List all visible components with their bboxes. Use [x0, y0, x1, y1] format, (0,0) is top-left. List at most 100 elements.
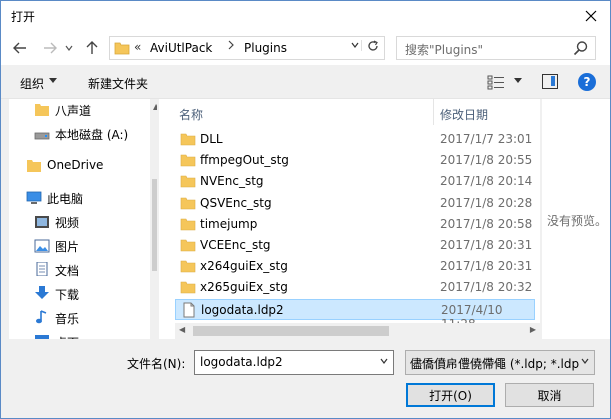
scrollbar-thumb[interactable]: [193, 326, 389, 336]
close-button[interactable]: [578, 5, 604, 27]
scrollbar-thumb[interactable]: [152, 179, 157, 271]
folder-icon: [180, 154, 196, 167]
arrow-left-icon: [13, 42, 26, 54]
file-date: 2017/1/8 20:14: [440, 174, 533, 189]
sidebar-item-music[interactable]: 音乐: [9, 307, 143, 329]
address-overflow[interactable]: «: [134, 40, 141, 54]
title-bar: 打开: [1, 1, 610, 31]
cancel-button[interactable]: 取消: [505, 383, 594, 407]
command-toolbar: 组织 新建文件夹 ?: [1, 65, 610, 99]
caret-down-icon[interactable]: [514, 76, 522, 86]
view-options-icon[interactable]: [487, 74, 505, 90]
filename-field[interactable]: logodata.ldp2: [200, 355, 283, 369]
file-date: 2017/1/7 23:01: [440, 132, 533, 146]
table-row[interactable]: DLL 2017/1/7 23:01: [175, 129, 535, 150]
sidebar-item-label: 文档: [55, 264, 80, 278]
sidebar-item-pictures[interactable]: 图片: [9, 235, 143, 257]
file-date: 2017/1/8 20:55: [440, 153, 533, 168]
file-list: 名称 修改日期 DLL 2017/1/7 23:01 ffmpegOut_stg 20…: [159, 99, 540, 339]
chevron-down-icon[interactable]: [380, 357, 388, 367]
sidebar-item-label: 音乐: [55, 312, 80, 326]
arrow-up-icon: [86, 41, 98, 54]
column-divider[interactable]: [433, 99, 434, 125]
folder-icon: [180, 176, 196, 188]
sidebar-item-downloads[interactable]: 下载: [9, 283, 143, 305]
address-bar[interactable]: « AviUtlPack Plugins: [109, 36, 385, 60]
scroll-right-icon[interactable]: ▶: [530, 325, 536, 334]
address-dropdown-button[interactable]: [348, 40, 362, 51]
sidebar-item-local-disk[interactable]: 本地磁盘 (A:): [9, 123, 143, 145]
folder-icon: [180, 282, 196, 294]
refresh-icon: [368, 40, 378, 51]
scroll-left-icon[interactable]: ◀: [179, 325, 185, 334]
breadcrumb-plugins[interactable]: Plugins: [244, 41, 287, 55]
sidebar-item-documents[interactable]: 文档: [9, 259, 143, 281]
search-input[interactable]: 搜索"Plugins": [396, 36, 596, 60]
file-date: 2017/1/8 20:31: [440, 259, 533, 274]
close-icon: [585, 10, 597, 22]
file-list-hscrollbar[interactable]: ◀ ▶: [175, 323, 540, 339]
recent-locations-button[interactable]: [64, 39, 74, 57]
column-header-name[interactable]: 名称: [179, 106, 203, 123]
preview-pane-icon[interactable]: [542, 74, 558, 89]
sidebar-item-desktop[interactable]: 桌面: [9, 331, 143, 339]
file-name: NVEnc_stg: [200, 174, 264, 189]
forward-button[interactable]: [41, 39, 59, 57]
sidebar-item-bashengdao[interactable]: 八声道: [9, 99, 143, 121]
filename-label: 文件名(N):: [127, 357, 186, 371]
organize-menu-button[interactable]: 组织: [20, 75, 44, 92]
video-icon: [35, 216, 49, 228]
no-preview-text: 没有预览。: [547, 214, 608, 228]
navigation-pane-scrollbar[interactable]: ▲: [150, 99, 157, 339]
file-name: ffmpegOut_stg: [200, 153, 289, 168]
sidebar-item-label: 视频: [55, 216, 80, 230]
table-row[interactable]: VCEEnc_stg 2017/1/8 20:31: [175, 235, 535, 256]
open-button[interactable]: 打开(O): [406, 383, 495, 407]
help-icon[interactable]: ?: [578, 73, 596, 91]
documents-icon: [36, 262, 48, 276]
sidebar-item-label: 桌面: [55, 334, 79, 339]
up-button[interactable]: [83, 39, 101, 57]
file-type-select[interactable]: 儘僑僨帍僼僥僀僶 (*.ldp; *.ldp: [405, 350, 595, 375]
table-row[interactable]: ffmpegOut_stg 2017/1/8 20:55: [175, 150, 535, 171]
preview-pane: 没有预览。: [542, 99, 610, 339]
folder-icon: [180, 197, 196, 209]
sidebar-item-videos[interactable]: 视频: [9, 211, 143, 233]
file-name: DLL: [200, 132, 223, 146]
table-row[interactable]: x265guiEx_stg 2017/1/8 20:32: [175, 277, 535, 298]
breadcrumb-separator-icon[interactable]: [228, 40, 234, 53]
sidebar-item-label: 本地磁盘 (A:): [55, 128, 129, 142]
refresh-button[interactable]: [365, 40, 381, 56]
new-folder-button[interactable]: 新建文件夹: [88, 75, 148, 92]
filename-combobox[interactable]: logodata.ldp2: [194, 350, 394, 375]
music-icon: [36, 310, 47, 324]
table-row[interactable]: QSVEnc_stg 2017/1/8 20:28: [175, 193, 535, 214]
back-button[interactable]: [11, 39, 29, 57]
search-icon[interactable]: [573, 40, 589, 56]
file-date: 2017/1/8 20:32: [440, 280, 533, 295]
dialog-title: 打开: [11, 10, 36, 24]
folder-icon: [180, 260, 196, 273]
sidebar-item-this-pc[interactable]: 此电脑: [9, 187, 143, 209]
arrow-right-icon: [44, 42, 57, 54]
chevron-down-icon[interactable]: [581, 357, 589, 367]
chevron-down-icon: [65, 45, 73, 51]
table-row[interactable]: NVEnc_stg 2017/1/8 20:14: [175, 171, 535, 192]
scroll-up-icon[interactable]: ▲: [153, 102, 157, 111]
sidebar-item-label: 图片: [55, 240, 80, 254]
navigation-pane: 八声道 本地磁盘 (A:) OneDrive 此电脑 视频 图片 文档 下载 音…: [9, 99, 157, 339]
open-file-dialog: 打开 « AviUtlPack Plugins 搜索"Plugins" 组织 新…: [0, 0, 611, 419]
sidebar-item-onedrive[interactable]: OneDrive: [9, 155, 143, 177]
breadcrumb-aviutlpack[interactable]: AviUtlPack: [150, 41, 212, 55]
chevron-down-icon: [351, 42, 358, 48]
column-header-date[interactable]: 修改日期: [440, 106, 488, 123]
download-icon: [35, 286, 49, 299]
desktop-icon: [35, 335, 49, 339]
table-row[interactable]: logodata.ldp22017/4/10 11:28: [175, 298, 535, 331]
file-icon: [183, 302, 195, 318]
table-row[interactable]: timejump 2017/1/8 20:58: [175, 214, 535, 235]
file-type-value: 儘僑僨帍僼僥僀僶 (*.ldp; *.ldp: [410, 357, 580, 371]
table-row[interactable]: x264guiEx_stg 2017/1/8 20:31: [175, 256, 535, 277]
caret-down-icon[interactable]: [49, 76, 57, 86]
sidebar-item-label: OneDrive: [47, 158, 104, 172]
